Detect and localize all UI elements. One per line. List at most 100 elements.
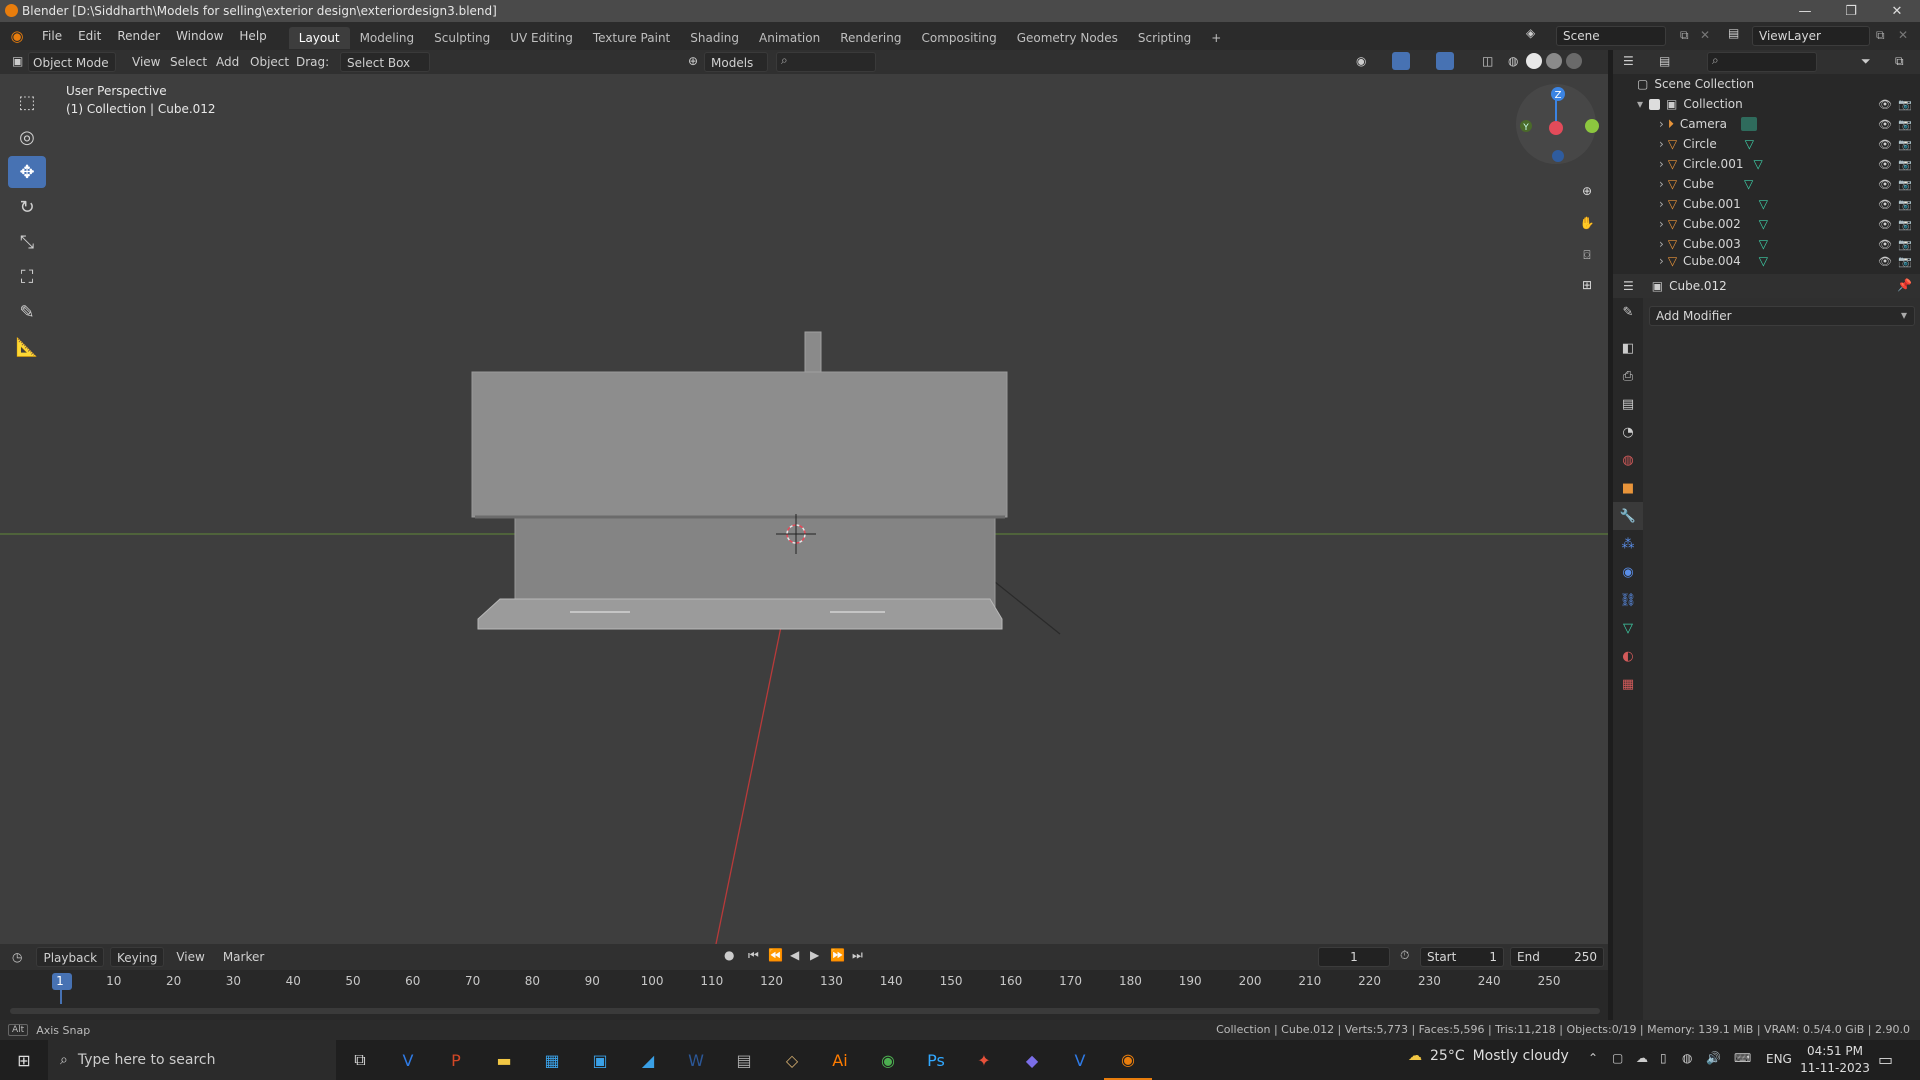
maximize-button[interactable]: ❐ [1828, 0, 1874, 22]
chevron-right-icon[interactable]: › [1659, 237, 1664, 251]
object-menu[interactable]: Object [244, 52, 295, 72]
eye-icon[interactable]: 👁 [1878, 218, 1892, 231]
outliner-item-cube-003[interactable]: › ▽ Cube.003 ▽ 👁 📷 [1613, 234, 1920, 254]
editor-type-icon[interactable]: ▣ [12, 54, 23, 68]
eye-icon[interactable]: 👁 [1878, 138, 1892, 151]
constraints-properties-icon[interactable]: ⛓ [1613, 586, 1643, 614]
tab-shading[interactable]: Shading [680, 27, 749, 49]
render-camera-icon[interactable]: 📷 [1898, 118, 1912, 131]
material-shading-icon[interactable] [1546, 53, 1562, 69]
cursor-tool-icon[interactable]: ◎ [8, 121, 46, 153]
chevron-right-icon[interactable]: › [1659, 217, 1664, 231]
outliner-item-camera[interactable]: › ⏵ Camera 👁 📷 [1613, 114, 1920, 134]
scale-tool-icon[interactable]: ⤡ [8, 226, 46, 258]
minimize-button[interactable]: — [1782, 0, 1828, 22]
tray-keyboard-icon[interactable]: ⌨ [1734, 1051, 1751, 1065]
blender-app-icon[interactable]: ◉ [1104, 1040, 1152, 1080]
tab-compositing[interactable]: Compositing [911, 27, 1006, 49]
properties-editor-icon[interactable]: ☰ [1623, 279, 1634, 293]
tool-settings-icon[interactable]: ✎ [1613, 298, 1643, 326]
playback-menu[interactable]: Playback [36, 947, 105, 967]
file-explorer-icon[interactable]: ▬ [480, 1040, 528, 1080]
move-tool-icon[interactable]: ✥ [8, 156, 46, 188]
language-indicator[interactable]: ENG [1766, 1052, 1792, 1066]
annotate-tool-icon[interactable]: ✎ [8, 296, 46, 328]
mode-dropdown[interactable]: Object Mode [28, 52, 116, 72]
rendered-shading-icon[interactable] [1566, 53, 1582, 69]
outliner-item-circle[interactable]: › ▽ Circle ▽ 👁 📷 [1613, 134, 1920, 154]
render-camera-icon[interactable]: 📷 [1898, 238, 1912, 251]
stopwatch-icon[interactable]: ⏱ [1400, 948, 1409, 963]
chevron-right-icon[interactable]: › [1659, 197, 1664, 211]
edge-app-icon[interactable]: ◢ [624, 1040, 672, 1080]
start-frame-field[interactable]: Start 1 [1420, 947, 1504, 967]
xray-icon[interactable]: ◫ [1482, 54, 1493, 68]
select-menu[interactable]: Select [164, 52, 213, 72]
next-keyframe-icon[interactable]: ⏩ [830, 948, 845, 962]
chrome-app-icon[interactable]: ◉ [864, 1040, 912, 1080]
render-camera-icon[interactable]: 📷 [1898, 178, 1912, 191]
render-camera-icon[interactable]: 📷 [1898, 218, 1912, 231]
taskbar-search-box[interactable]: ⌕ Type here to search [48, 1040, 336, 1080]
mesh-data-icon[interactable]: ▽ [1759, 254, 1768, 268]
play-icon[interactable]: ▶ [810, 948, 819, 962]
tab-modeling[interactable]: Modeling [350, 27, 425, 49]
pin-icon[interactable]: 📌 [1897, 278, 1912, 292]
eye-icon[interactable]: 👁 [1878, 98, 1892, 111]
chevron-right-icon[interactable]: › [1659, 157, 1664, 171]
object-properties-icon[interactable]: ■ [1613, 474, 1643, 502]
render-camera-icon[interactable]: 📷 [1898, 255, 1912, 268]
mesh-data-properties-icon[interactable]: ▽ [1613, 614, 1643, 642]
current-frame-field[interactable]: 1 [1318, 947, 1390, 967]
timeline-body[interactable]: 1 10 20 30 40 50 60 70 80 90 100 110 120 130 140 150 160… [0, 970, 1608, 1020]
viewlayer-field[interactable]: ViewLayer [1752, 26, 1870, 46]
outliner-item-cube-004[interactable]: › ▽ Cube.004 ▽ 👁 📷 [1613, 254, 1920, 268]
notification-icon[interactable]: ▭ [1878, 1050, 1893, 1069]
end-frame-field[interactable]: End 250 [1510, 947, 1604, 967]
outliner-item-cube-002[interactable]: › ▽ Cube.002 ▽ 👁 📷 [1613, 214, 1920, 234]
record-icon[interactable]: ● [724, 948, 734, 962]
measure-tool-icon[interactable]: 📐 [8, 331, 46, 363]
scene-icon[interactable]: ◈ [1526, 26, 1535, 40]
particles-properties-icon[interactable]: ⁂ [1613, 530, 1643, 558]
windows-start-icon[interactable]: ⊞ [0, 1040, 48, 1080]
new-collection-icon[interactable]: ⧉ [1895, 54, 1904, 69]
render-camera-icon[interactable]: 📷 [1898, 158, 1912, 171]
mesh-data-icon[interactable]: ▽ [1753, 157, 1762, 171]
timeline-scrollbar[interactable] [10, 1008, 1600, 1014]
chevron-right-icon[interactable]: › [1659, 177, 1664, 191]
blender-menu-icon[interactable]: ◉ [0, 27, 34, 45]
render-properties-icon[interactable]: ◧ [1613, 334, 1643, 362]
tray-network-icon[interactable]: ◍ [1682, 1051, 1692, 1065]
rotate-tool-icon[interactable]: ↻ [8, 191, 46, 223]
wireframe-shading-icon[interactable]: ◍ [1508, 54, 1518, 68]
checkbox-icon[interactable] [1649, 98, 1661, 110]
visibility-icon[interactable]: ◉ [1356, 54, 1366, 68]
task-view-icon[interactable]: ⧉ [336, 1040, 384, 1080]
outliner-item-cube[interactable]: › ▽ Cube ▽ 👁 📷 [1613, 174, 1920, 194]
material-properties-icon[interactable]: ◐ [1613, 642, 1643, 670]
tab-texture-paint[interactable]: Texture Paint [583, 27, 680, 49]
timeline-editor-icon[interactable]: ◷ [12, 950, 22, 964]
solid-shading-icon[interactable] [1526, 53, 1542, 69]
prev-keyframe-icon[interactable]: ⏪ [768, 948, 783, 962]
powerpoint-app-icon[interactable]: P [432, 1040, 480, 1080]
add-menu[interactable]: Add [210, 52, 245, 72]
camera-data-icon[interactable] [1740, 117, 1757, 131]
viewlayer-new-icon[interactable]: ⧉ [1876, 28, 1885, 43]
physics-properties-icon[interactable]: ◉ [1613, 558, 1643, 586]
menu-window[interactable]: Window [168, 22, 231, 50]
world-properties-icon[interactable]: ◍ [1613, 446, 1643, 474]
render-camera-icon[interactable]: 📷 [1898, 198, 1912, 211]
view-menu[interactable]: View [126, 52, 166, 72]
illustrator-app-icon[interactable]: Ai [816, 1040, 864, 1080]
vlc-app-icon[interactable]: V [1056, 1040, 1104, 1080]
filter-icon[interactable]: ⏷ [1861, 54, 1871, 69]
timeline-view-menu[interactable]: View [170, 947, 210, 967]
view-layer-properties-icon[interactable]: ▤ [1613, 390, 1643, 418]
outliner-editor-icon[interactable]: ☰ [1623, 54, 1634, 68]
tray-chevron-up-icon[interactable]: ⌃ [1588, 1051, 1598, 1065]
tab-sculpting[interactable]: Sculpting [424, 27, 500, 49]
drag-select-dropdown[interactable]: Select Box [340, 52, 430, 72]
tab-rendering[interactable]: Rendering [830, 27, 911, 49]
